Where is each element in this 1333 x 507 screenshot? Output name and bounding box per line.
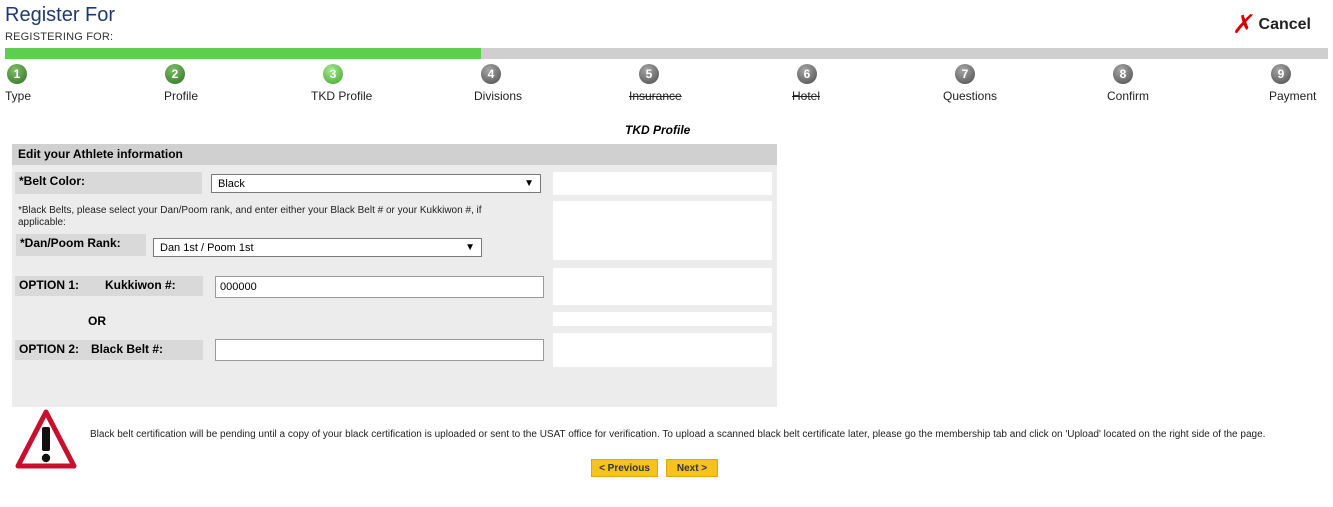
kukkiwon-hint-box [553, 268, 772, 305]
black-belt-hint-box [553, 333, 772, 367]
step-number-icon: 7 [955, 64, 975, 84]
option2-label: OPTION 2: [15, 340, 87, 360]
registering-for-label: REGISTERING FOR: [5, 31, 114, 43]
step-4: 4 Divisions [474, 64, 522, 103]
step-label: Divisions [474, 89, 523, 103]
step-3: 3 TKD Profile [311, 64, 372, 103]
step-1: 1 Type [5, 64, 31, 103]
cancel-button[interactable]: ✗ Cancel [1230, 10, 1311, 40]
step-number-icon: 5 [639, 64, 659, 84]
black-belt-input[interactable] [215, 339, 544, 361]
chevron-down-icon: ▼ [524, 178, 534, 189]
cancel-x-icon: ✗ [1230, 10, 1257, 40]
step-number-icon: 8 [1113, 64, 1133, 84]
belt-color-label: *Belt Color: [15, 172, 202, 194]
or-hint-box [553, 312, 772, 326]
step-label: Hotel [792, 89, 821, 103]
chevron-down-icon: ▼ [465, 242, 475, 253]
step-7: 7 Questions [943, 64, 997, 103]
section-title: TKD Profile [625, 123, 691, 137]
step-number-icon: 1 [7, 64, 27, 84]
kukkiwon-input[interactable]: 000000 [215, 276, 544, 298]
step-label: Questions [943, 89, 998, 103]
step-5: 5 Insurance [629, 64, 682, 103]
cancel-label: Cancel [1258, 16, 1311, 33]
step-number-icon: 6 [797, 64, 817, 84]
belt-color-select[interactable]: Black ▼ [211, 174, 541, 193]
or-separator: OR [88, 314, 106, 328]
step-label: Profile [164, 89, 199, 103]
step-9: 9 Payment [1269, 64, 1316, 103]
warning-text: Black belt certification will be pending… [90, 429, 1266, 440]
warning-icon [15, 409, 77, 476]
black-belt-label: Black Belt #: [87, 340, 203, 360]
progress-bar [5, 48, 1328, 59]
option1-label: OPTION 1: [15, 276, 101, 296]
page-title: Register For [5, 4, 116, 26]
step-number-icon: 3 [323, 64, 343, 84]
dan-rank-select[interactable]: Dan 1st / Poom 1st ▼ [153, 238, 482, 257]
step-label: Confirm [1107, 89, 1150, 103]
step-number-icon: 4 [481, 64, 501, 84]
step-label: Payment [1269, 89, 1317, 103]
step-number-icon: 9 [1271, 64, 1291, 84]
next-button[interactable]: Next > [666, 459, 718, 477]
previous-button[interactable]: < Previous [591, 459, 658, 477]
step-8: 8 Confirm [1107, 64, 1149, 103]
panel-title: Edit your Athlete information [12, 144, 777, 165]
step-6: 6 Hotel [792, 64, 820, 103]
step-label: TKD Profile [311, 89, 373, 103]
step-label: Insurance [629, 89, 682, 103]
step-2: 2 Profile [164, 64, 198, 103]
dan-rank-hint-box [553, 201, 772, 260]
kukkiwon-label: Kukkiwon #: [101, 276, 203, 296]
black-belt-note: *Black Belts, please select your Dan/Poo… [18, 205, 482, 228]
step-number-icon: 2 [165, 64, 185, 84]
belt-color-value: Black [218, 177, 245, 190]
step-label: Type [5, 89, 32, 103]
progress-bar-fill [5, 48, 482, 59]
dan-rank-label: *Dan/Poom Rank: [16, 234, 146, 256]
dan-rank-value: Dan 1st / Poom 1st [160, 241, 254, 254]
belt-color-hint-box [553, 172, 772, 195]
